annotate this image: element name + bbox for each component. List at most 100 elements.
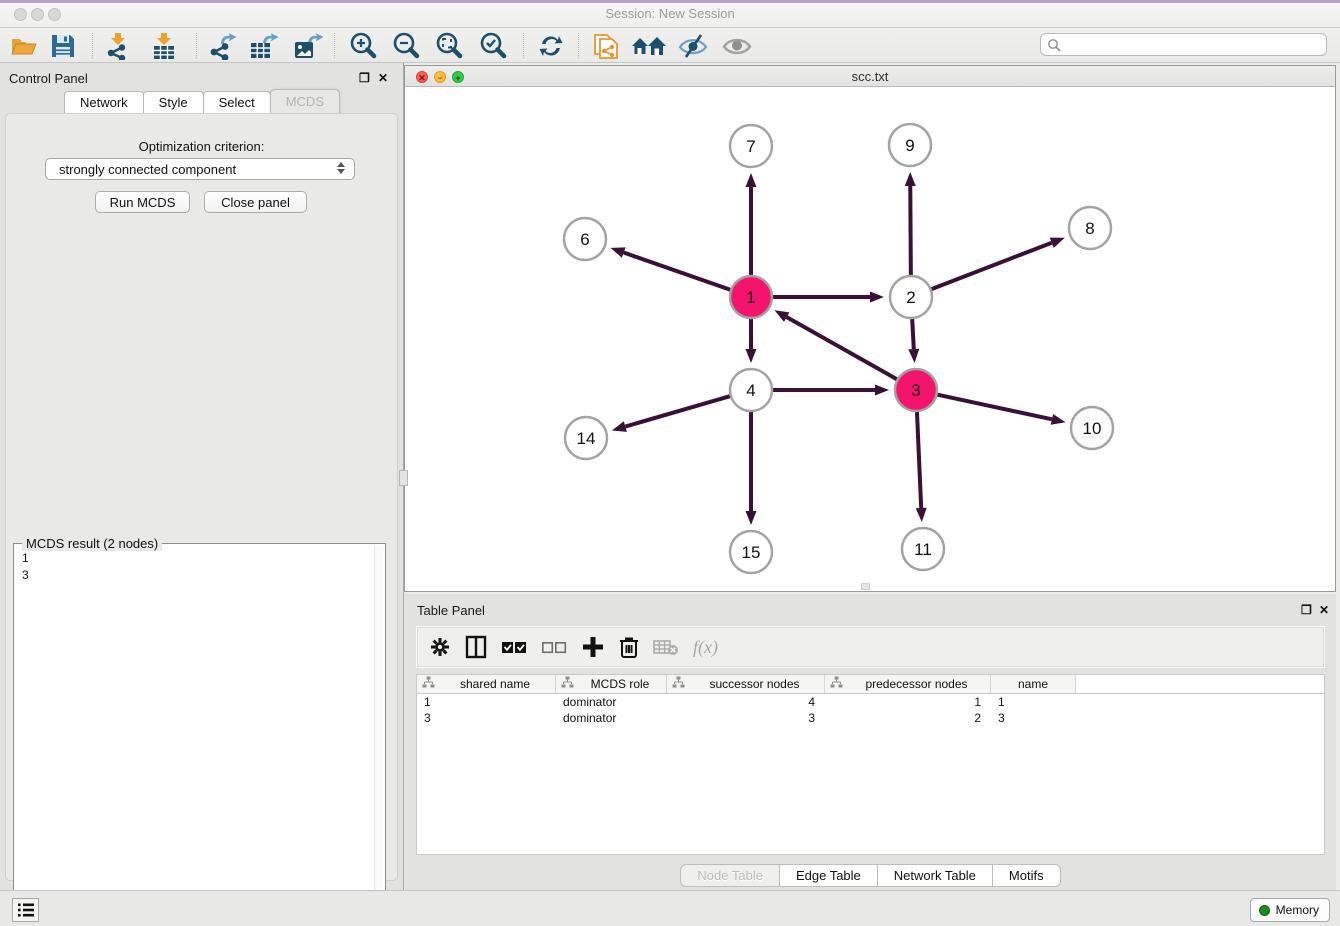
criterion-select[interactable]: strongly connected component xyxy=(45,158,355,180)
arrowhead-icon xyxy=(905,172,916,186)
zoom-in-icon[interactable] xyxy=(348,32,378,60)
cell-mcds-role[interactable]: dominator xyxy=(556,710,667,726)
edge-2-8[interactable] xyxy=(932,243,1052,289)
function-builder-icon[interactable]: f(x) xyxy=(693,637,718,658)
hide-selected-icon[interactable] xyxy=(676,32,710,60)
edge-2-9[interactable] xyxy=(910,186,911,275)
result-scrollbar[interactable] xyxy=(374,546,383,923)
zoom-out-icon[interactable] xyxy=(391,32,421,60)
edge-3-11[interactable] xyxy=(917,412,921,508)
close-panel-button[interactable]: Close panel xyxy=(204,191,307,213)
attribute-icon xyxy=(417,676,435,692)
table-panel: Table Panel ❒ ✕ f(x xyxy=(404,594,1336,890)
edge-3-1[interactable] xyxy=(787,317,897,379)
memory-button[interactable]: Memory xyxy=(1250,898,1330,922)
tab-network-table[interactable]: Network Table xyxy=(877,864,993,887)
edge-4-14[interactable] xyxy=(625,396,730,426)
arrowhead-icon xyxy=(875,385,889,396)
run-mcds-button[interactable]: Run MCDS xyxy=(95,191,190,213)
search-icon xyxy=(1047,38,1061,52)
search-input[interactable] xyxy=(1040,33,1327,56)
network-window-titlebar[interactable]: ✕ − + scc.txt xyxy=(405,66,1335,87)
control-panel: Control Panel ❒ ✕ Network Style Select M… xyxy=(0,63,404,890)
show-all-icon[interactable] xyxy=(720,32,754,60)
tab-network[interactable]: Network xyxy=(64,91,144,113)
cell-name[interactable]: 1 xyxy=(991,694,1076,710)
import-network-icon[interactable] xyxy=(105,32,133,60)
splitter-handle[interactable] xyxy=(399,470,408,486)
tab-node-table[interactable]: Node Table xyxy=(680,864,780,887)
graph-node-label: 7 xyxy=(746,137,755,156)
graph-node-label: 11 xyxy=(914,540,932,559)
deselect-all-icon[interactable] xyxy=(541,639,567,655)
toolbar-separator xyxy=(523,33,524,58)
arrowhead-icon xyxy=(746,349,757,363)
graph-node-label: 9 xyxy=(905,136,914,155)
delete-column-icon[interactable] xyxy=(619,635,639,659)
edge-1-6[interactable] xyxy=(624,253,731,290)
cell-successor-nodes[interactable]: 3 xyxy=(667,710,825,726)
mcds-result-title: MCDS result (2 nodes) xyxy=(22,536,162,551)
network-canvas[interactable]: 7968124314101511 xyxy=(405,87,1335,591)
network-view-title: scc.txt xyxy=(405,69,1335,84)
cell-successor-nodes[interactable]: 4 xyxy=(667,694,825,710)
close-panel-icon[interactable]: ✕ xyxy=(378,71,388,85)
task-history-button[interactable] xyxy=(12,898,39,922)
column-header-predecessor-nodes[interactable]: predecessor nodes xyxy=(825,675,991,694)
select-stepper-icon xyxy=(337,162,345,174)
tab-select[interactable]: Select xyxy=(203,91,271,113)
graph-node-label: 1 xyxy=(746,288,755,307)
zoom-fit-icon[interactable] xyxy=(434,32,464,60)
refresh-layout-icon[interactable] xyxy=(536,32,566,60)
list-icon xyxy=(17,902,35,918)
column-header-mcds-role[interactable]: MCDS role xyxy=(556,675,667,694)
cell-predecessor-nodes[interactable]: 1 xyxy=(825,694,991,710)
column-selector-icon[interactable] xyxy=(465,635,487,659)
status-bar: Memory xyxy=(0,890,1340,926)
mcds-result-text[interactable]: 1 3 xyxy=(17,550,372,584)
control-panel-header: Control Panel ❒ ✕ xyxy=(0,63,403,91)
attribute-icon xyxy=(825,676,843,692)
toolbar-separator xyxy=(196,33,197,58)
delete-table-icon[interactable] xyxy=(653,637,679,657)
edge-2-3[interactable] xyxy=(912,319,914,349)
export-table-icon[interactable] xyxy=(248,32,280,60)
column-header-name[interactable]: name xyxy=(991,675,1076,694)
column-header-shared-name[interactable]: shared name xyxy=(417,675,556,694)
settings-gear-icon[interactable] xyxy=(429,636,451,658)
canvas-scroll-nub[interactable] xyxy=(861,583,870,590)
clone-network-icon[interactable] xyxy=(592,32,620,60)
cell-shared-name[interactable]: 1 xyxy=(417,694,556,710)
zoom-selected-icon[interactable] xyxy=(478,32,508,60)
table-row[interactable]: 1 dominator 4 1 1 xyxy=(417,694,1324,710)
arrowhead-icon xyxy=(1051,414,1066,425)
cell-name[interactable]: 3 xyxy=(991,710,1076,726)
tab-style[interactable]: Style xyxy=(143,91,204,113)
export-image-icon[interactable] xyxy=(292,32,324,60)
tab-motifs[interactable]: Motifs xyxy=(992,864,1061,887)
close-table-panel-icon[interactable]: ✕ xyxy=(1319,603,1329,617)
cell-predecessor-nodes[interactable]: 2 xyxy=(825,710,991,726)
float-table-panel-icon[interactable]: ❒ xyxy=(1301,603,1312,617)
save-session-icon[interactable] xyxy=(50,32,76,60)
open-session-icon[interactable] xyxy=(10,32,38,60)
cell-mcds-role[interactable]: dominator xyxy=(556,694,667,710)
column-header-successor-nodes[interactable]: successor nodes xyxy=(667,675,825,694)
cell-shared-name[interactable]: 3 xyxy=(417,710,556,726)
export-network-icon[interactable] xyxy=(208,32,238,60)
arrowhead-icon xyxy=(612,421,627,432)
network-view-window: ✕ − + scc.txt 7968124314101511 xyxy=(404,65,1336,592)
table-row[interactable]: 3 dominator 3 2 3 xyxy=(417,710,1324,726)
toolbar-separator xyxy=(578,33,579,58)
edge-3-10[interactable] xyxy=(938,395,1052,420)
graph-node-label: 3 xyxy=(911,381,920,400)
import-table-icon[interactable] xyxy=(150,32,178,60)
select-all-icon[interactable] xyxy=(501,639,527,655)
first-neighbors-icon[interactable] xyxy=(630,32,668,60)
tab-edge-table[interactable]: Edge Table xyxy=(779,864,878,887)
control-panel-title: Control Panel xyxy=(9,71,88,86)
float-panel-icon[interactable]: ❒ xyxy=(359,71,370,85)
tab-mcds[interactable]: MCDS xyxy=(270,89,340,113)
add-column-icon[interactable] xyxy=(581,635,605,659)
arrowhead-icon xyxy=(775,310,790,322)
